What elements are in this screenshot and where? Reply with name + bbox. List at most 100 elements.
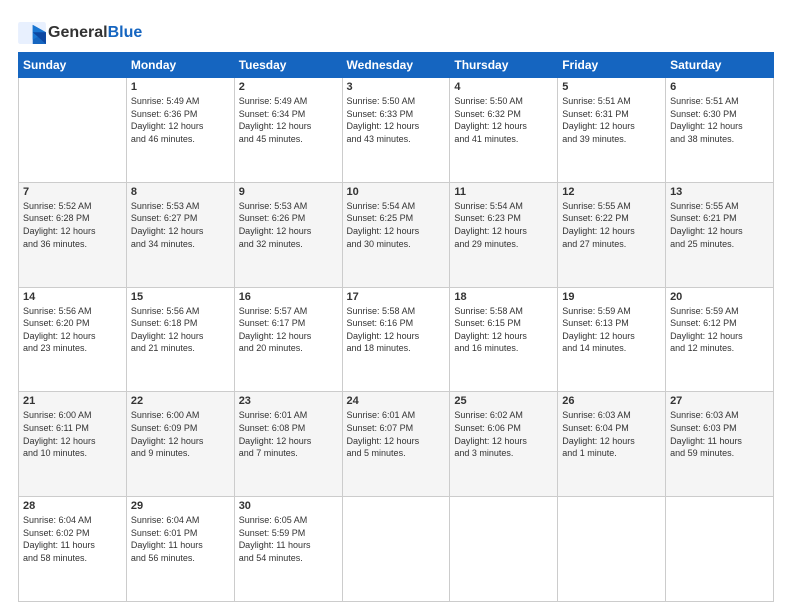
calendar-cell <box>666 497 774 602</box>
day-number: 26 <box>562 395 661 407</box>
calendar-cell: 9Sunrise: 5:53 AM Sunset: 6:26 PM Daylig… <box>234 182 342 287</box>
day-info: Sunrise: 6:02 AM Sunset: 6:06 PM Dayligh… <box>454 409 553 459</box>
day-info: Sunrise: 6:05 AM Sunset: 5:59 PM Dayligh… <box>239 514 338 564</box>
calendar-cell: 13 Sunrise: 5:55 AM Sunset: 6:21 PM Dayli… <box>666 182 774 287</box>
calendar-week-3: 14Sunrise: 5:56 AM Sunset: 6:20 PM Dayli… <box>19 287 774 392</box>
day-info: Sunrise: 5:51 AM Sunset: 6:31 PM Dayligh… <box>562 95 661 145</box>
calendar-cell: 22Sunrise: 6:00 AM Sunset: 6:09 PM Dayli… <box>126 392 234 497</box>
calendar-cell: 3Sunrise: 5:50 AM Sunset: 6:33 PM Daylig… <box>342 78 450 183</box>
calendar-week-5: 28Sunrise: 6:04 AM Sunset: 6:02 PM Dayli… <box>19 497 774 602</box>
calendar-cell: 24 Sunrise: 6:01 AM Sunset: 6:07 PM Dayli… <box>342 392 450 497</box>
calendar-cell: 7 Sunrise: 5:52 AM Sunset: 6:28 PM Daylig… <box>19 182 127 287</box>
calendar-week-2: 7 Sunrise: 5:52 AM Sunset: 6:28 PM Daylig… <box>19 182 774 287</box>
calendar-cell: 2 Sunrise: 5:49 AM Sunset: 6:34 PM Daylig… <box>234 78 342 183</box>
calendar-cell: 12 Sunrise: 5:55 AM Sunset: 6:22 PM Dayli… <box>558 182 666 287</box>
day-info: Sunrise: 5:59 AM Sunset: 6:12 PM Dayligh… <box>670 305 769 355</box>
calendar-cell <box>342 497 450 602</box>
day-info: Sunrise: 6:04 AM Sunset: 6:01 PM Dayligh… <box>131 514 230 564</box>
weekday-header-saturday: Saturday <box>666 53 774 78</box>
day-info: Sunrise: 6:00 AM Sunset: 6:11 PM Dayligh… <box>23 409 122 459</box>
calendar-cell: 29 Sunrise: 6:04 AM Sunset: 6:01 PM Dayli… <box>126 497 234 602</box>
day-info: Sunrise: 5:52 AM Sunset: 6:28 PM Dayligh… <box>23 200 122 250</box>
calendar-cell: 17 Sunrise: 5:58 AM Sunset: 6:16 PM Dayli… <box>342 287 450 392</box>
calendar-cell: 11 Sunrise: 5:54 AM Sunset: 6:23 PM Dayli… <box>450 182 558 287</box>
calendar-cell: 20 Sunrise: 5:59 AM Sunset: 6:12 PM Dayli… <box>666 287 774 392</box>
calendar-cell: 5 Sunrise: 5:51 AM Sunset: 6:31 PM Daylig… <box>558 78 666 183</box>
day-number: 5 <box>562 81 661 93</box>
day-info: Sunrise: 5:57 AM Sunset: 6:17 PM Dayligh… <box>239 305 338 355</box>
day-number: 8 <box>131 186 230 198</box>
calendar-week-1: 1 Sunrise: 5:49 AM Sunset: 6:36 PM Daylig… <box>19 78 774 183</box>
day-info: Sunrise: 6:01 AM Sunset: 6:07 PM Dayligh… <box>347 409 446 459</box>
calendar-cell <box>450 497 558 602</box>
calendar-table: SundayMondayTuesdayWednesdayThursdayFrid… <box>18 52 774 602</box>
day-number: 18 <box>454 291 553 303</box>
day-number: 19 <box>562 291 661 303</box>
day-info: Sunrise: 5:59 AM Sunset: 6:13 PM Dayligh… <box>562 305 661 355</box>
calendar-cell <box>558 497 666 602</box>
day-number: 17 <box>347 291 446 303</box>
calendar-cell: 28Sunrise: 6:04 AM Sunset: 6:02 PM Dayli… <box>19 497 127 602</box>
calendar-week-4: 21Sunrise: 6:00 AM Sunset: 6:11 PM Dayli… <box>19 392 774 497</box>
day-number: 20 <box>670 291 769 303</box>
day-number: 16 <box>239 291 338 303</box>
calendar-cell: 4Sunrise: 5:50 AM Sunset: 6:32 PM Daylig… <box>450 78 558 183</box>
day-number: 29 <box>131 500 230 512</box>
calendar-cell: 18Sunrise: 5:58 AM Sunset: 6:15 PM Dayli… <box>450 287 558 392</box>
weekday-header-sunday: Sunday <box>19 53 127 78</box>
day-info: Sunrise: 5:58 AM Sunset: 6:16 PM Dayligh… <box>347 305 446 355</box>
calendar-cell: 1 Sunrise: 5:49 AM Sunset: 6:36 PM Daylig… <box>126 78 234 183</box>
day-number: 10 <box>347 186 446 198</box>
day-info: Sunrise: 6:00 AM Sunset: 6:09 PM Dayligh… <box>131 409 230 459</box>
day-info: Sunrise: 6:01 AM Sunset: 6:08 PM Dayligh… <box>239 409 338 459</box>
logo: GeneralBlue <box>18 22 142 44</box>
day-info: Sunrise: 6:04 AM Sunset: 6:02 PM Dayligh… <box>23 514 122 564</box>
day-info: Sunrise: 6:03 AM Sunset: 6:03 PM Dayligh… <box>670 409 769 459</box>
day-info: Sunrise: 5:51 AM Sunset: 6:30 PM Dayligh… <box>670 95 769 145</box>
calendar-cell: 23 Sunrise: 6:01 AM Sunset: 6:08 PM Dayli… <box>234 392 342 497</box>
day-info: Sunrise: 5:54 AM Sunset: 6:25 PM Dayligh… <box>347 200 446 250</box>
day-number: 2 <box>239 81 338 93</box>
day-number: 13 <box>670 186 769 198</box>
calendar-cell: 8Sunrise: 5:53 AM Sunset: 6:27 PM Daylig… <box>126 182 234 287</box>
day-number: 15 <box>131 291 230 303</box>
header: GeneralBlue <box>18 18 774 44</box>
weekday-header-friday: Friday <box>558 53 666 78</box>
calendar-cell: 15 Sunrise: 5:56 AM Sunset: 6:18 PM Dayli… <box>126 287 234 392</box>
weekday-header-monday: Monday <box>126 53 234 78</box>
logo-icon <box>18 22 46 44</box>
day-info: Sunrise: 5:49 AM Sunset: 6:36 PM Dayligh… <box>131 95 230 145</box>
calendar-cell: 10 Sunrise: 5:54 AM Sunset: 6:25 PM Dayli… <box>342 182 450 287</box>
day-info: Sunrise: 6:03 AM Sunset: 6:04 PM Dayligh… <box>562 409 661 459</box>
day-info: Sunrise: 5:55 AM Sunset: 6:21 PM Dayligh… <box>670 200 769 250</box>
calendar-cell: 16 Sunrise: 5:57 AM Sunset: 6:17 PM Dayli… <box>234 287 342 392</box>
day-number: 11 <box>454 186 553 198</box>
logo-text: GeneralBlue <box>48 24 142 42</box>
calendar-cell: 30 Sunrise: 6:05 AM Sunset: 5:59 PM Dayli… <box>234 497 342 602</box>
day-number: 23 <box>239 395 338 407</box>
day-number: 7 <box>23 186 122 198</box>
weekday-header-thursday: Thursday <box>450 53 558 78</box>
weekday-header-wednesday: Wednesday <box>342 53 450 78</box>
day-number: 6 <box>670 81 769 93</box>
day-number: 12 <box>562 186 661 198</box>
calendar-cell <box>19 78 127 183</box>
day-info: Sunrise: 5:49 AM Sunset: 6:34 PM Dayligh… <box>239 95 338 145</box>
calendar-cell: 19 Sunrise: 5:59 AM Sunset: 6:13 PM Dayli… <box>558 287 666 392</box>
calendar-cell: 25Sunrise: 6:02 AM Sunset: 6:06 PM Dayli… <box>450 392 558 497</box>
calendar-header: SundayMondayTuesdayWednesdayThursdayFrid… <box>19 53 774 78</box>
calendar-cell: 27Sunrise: 6:03 AM Sunset: 6:03 PM Dayli… <box>666 392 774 497</box>
day-info: Sunrise: 5:56 AM Sunset: 6:18 PM Dayligh… <box>131 305 230 355</box>
day-number: 3 <box>347 81 446 93</box>
day-info: Sunrise: 5:53 AM Sunset: 6:26 PM Dayligh… <box>239 200 338 250</box>
day-info: Sunrise: 5:54 AM Sunset: 6:23 PM Dayligh… <box>454 200 553 250</box>
day-number: 24 <box>347 395 446 407</box>
day-info: Sunrise: 5:50 AM Sunset: 6:32 PM Dayligh… <box>454 95 553 145</box>
day-number: 30 <box>239 500 338 512</box>
calendar-body: 1 Sunrise: 5:49 AM Sunset: 6:36 PM Daylig… <box>19 78 774 602</box>
day-number: 1 <box>131 81 230 93</box>
day-info: Sunrise: 5:55 AM Sunset: 6:22 PM Dayligh… <box>562 200 661 250</box>
calendar-cell: 6 Sunrise: 5:51 AM Sunset: 6:30 PM Daylig… <box>666 78 774 183</box>
page: GeneralBlue SundayMondayTuesdayWednesday… <box>0 0 792 612</box>
calendar-cell: 14Sunrise: 5:56 AM Sunset: 6:20 PM Dayli… <box>19 287 127 392</box>
